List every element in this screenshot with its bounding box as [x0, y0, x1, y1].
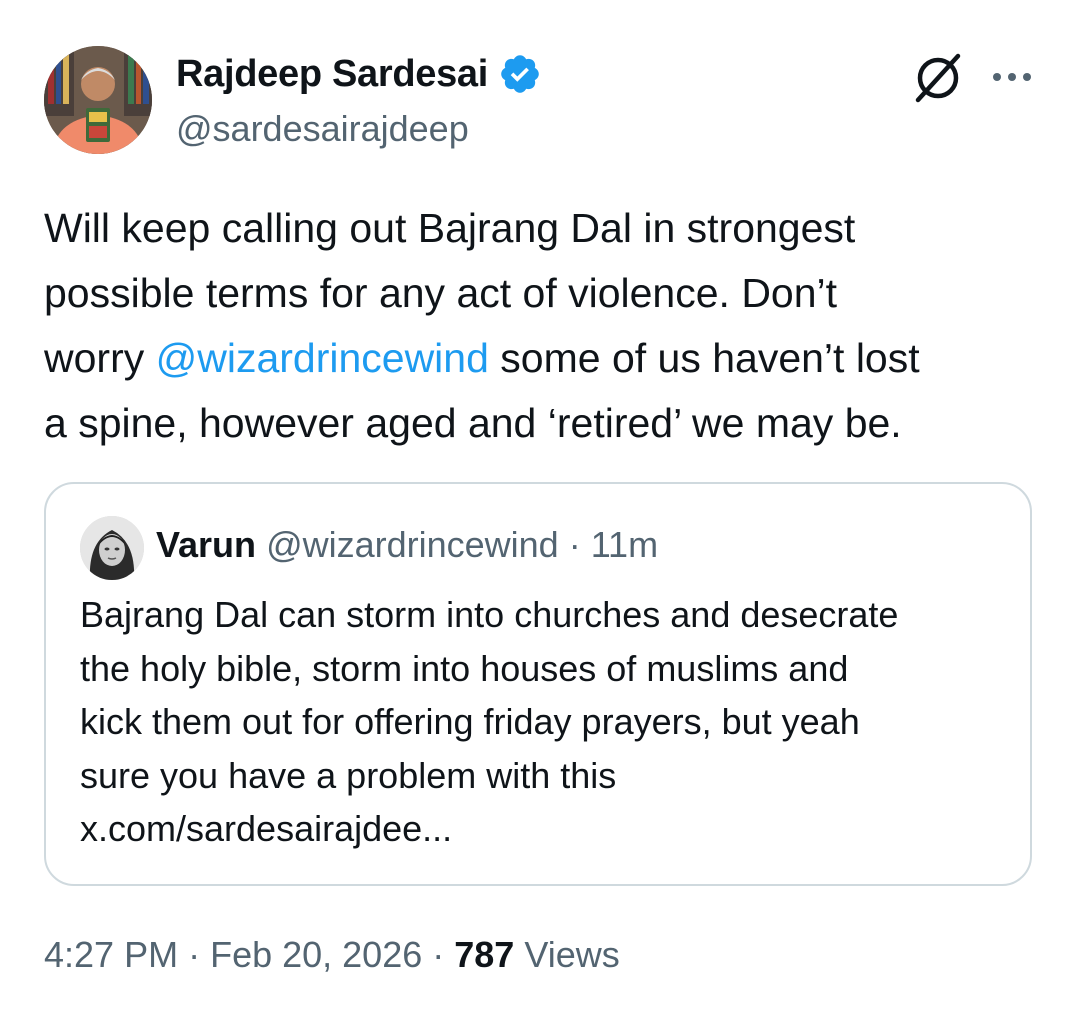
- more-options-icon[interactable]: [990, 60, 1034, 94]
- tweet: Rajdeep Sardesai @sardesairajdeep Will k…: [0, 0, 1080, 1010]
- quoted-author-handle[interactable]: @wizardrincewind: [266, 524, 559, 565]
- mention-link[interactable]: @wizardrincewind: [156, 335, 489, 381]
- quoted-author-avatar[interactable]: [80, 516, 144, 580]
- author-name-row: Rajdeep Sardesai: [176, 52, 542, 96]
- verified-badge-icon: [501, 55, 539, 93]
- author-avatar[interactable]: [44, 46, 152, 154]
- quoted-tweet-text: Bajrang Dal can storm into churches and …: [80, 594, 899, 849]
- grok-icon[interactable]: [910, 50, 966, 106]
- views-label: Views: [514, 934, 620, 975]
- tweet-footer: 4:27 PM · Feb 20, 2026 · 787 Views: [44, 934, 620, 976]
- quoted-tweet-card[interactable]: Varun @wizardrincewind · 11m Bajrang Dal…: [44, 482, 1032, 886]
- views-count: 787: [454, 934, 515, 975]
- quoted-separator: ·: [558, 524, 591, 565]
- quoted-author-name[interactable]: Varun: [156, 524, 256, 565]
- footer-separator-1: ·: [178, 934, 211, 975]
- tweet-date[interactable]: Feb 20, 2026: [210, 934, 422, 975]
- author-handle[interactable]: @sardesairajdeep: [176, 108, 469, 150]
- footer-separator-2: ·: [422, 934, 455, 975]
- author-display-name[interactable]: Rajdeep Sardesai: [176, 53, 488, 96]
- quoted-tweet-header: Varun @wizardrincewind · 11m: [156, 524, 658, 566]
- quoted-timestamp[interactable]: 11m: [591, 524, 658, 565]
- tweet-time[interactable]: 4:27 PM: [44, 934, 178, 975]
- tweet-text: Will keep calling out Bajrang Dal in str…: [44, 196, 1044, 456]
